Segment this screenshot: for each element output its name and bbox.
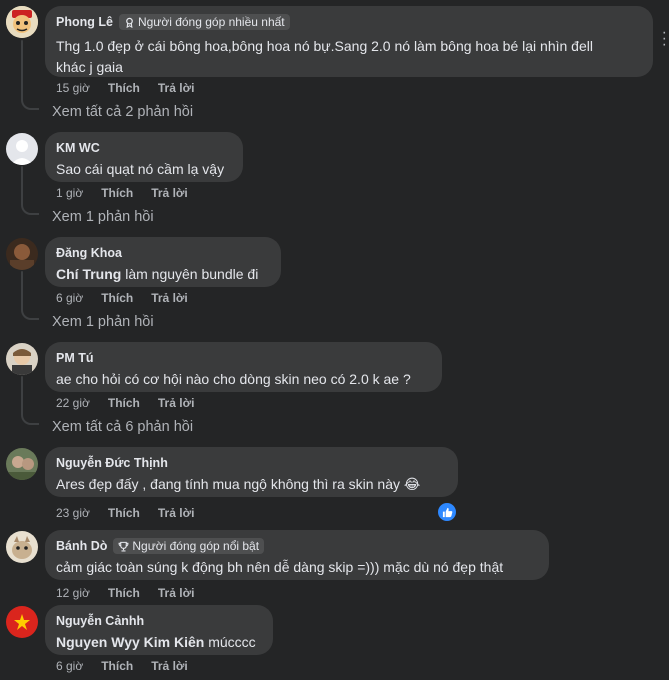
thread-connector <box>21 409 39 425</box>
avatar[interactable] <box>6 238 38 270</box>
comment-text-line: khác j gaia <box>56 59 123 75</box>
reply-button[interactable]: Trả lời <box>158 81 195 95</box>
comment-text: Chí Trung làm nguyên bundle đi <box>56 264 270 285</box>
view-replies-link[interactable]: Xem tất cả 6 phản hồi <box>52 419 193 435</box>
badge-label: Người đóng góp nhiều nhất <box>137 15 285 29</box>
comment-actions: 12 giờ Thích Trả lời <box>56 586 212 600</box>
mention-link[interactable]: Nguyen Wyy Kim Kiên <box>56 634 204 650</box>
like-button[interactable]: Thích <box>101 659 133 673</box>
avatar[interactable] <box>6 6 38 38</box>
comment-bubble: Bánh Dò Người đóng góp nổi bật cảm giác … <box>45 530 549 580</box>
comment-actions: 1 giờ Thích Trả lời <box>56 186 206 200</box>
timestamp[interactable]: 12 giờ <box>56 586 90 600</box>
thread-connector <box>21 94 39 110</box>
reply-button[interactable]: Trả lời <box>158 396 195 410</box>
mention-link[interactable]: Chí Trung <box>56 266 121 282</box>
reply-button[interactable]: Trả lời <box>151 291 188 305</box>
timestamp[interactable]: 22 giờ <box>56 396 90 410</box>
trophy-icon <box>118 541 129 551</box>
like-reaction-icon[interactable] <box>436 501 458 523</box>
award-icon <box>126 17 133 28</box>
author-name[interactable]: Đăng Khoa <box>56 246 122 260</box>
author-name[interactable]: Nguyễn Đức Thịnh <box>56 456 168 470</box>
avatar[interactable] <box>6 343 38 375</box>
avatar[interactable] <box>6 448 38 480</box>
avatar-image <box>6 531 38 563</box>
view-replies-link[interactable]: Xem tất cả 2 phản hồi <box>52 104 193 120</box>
like-button[interactable]: Thích <box>108 396 140 410</box>
author-name[interactable]: Phong Lê <box>56 15 113 29</box>
comment-text: cảm giác toàn súng k động bh nên dễ dàng… <box>56 559 504 575</box>
avatar-image <box>6 606 38 638</box>
comment-text: ae cho hỏi có cơ hội nào cho dòng skin n… <box>56 371 411 387</box>
reply-button[interactable]: Trả lời <box>151 186 188 200</box>
timestamp[interactable]: 6 giờ <box>56 659 83 673</box>
comment-actions: 23 giờ Thích Trả lời <box>56 506 212 520</box>
timestamp[interactable]: 6 giờ <box>56 291 83 305</box>
comment-text: Sao cái quạt nó cầm lạ vậy <box>56 161 225 177</box>
avatar-image <box>6 448 38 480</box>
comment-actions: 22 giờ Thích Trả lời <box>56 396 212 410</box>
comment-text-body: múcccc <box>204 634 256 650</box>
more-options-icon[interactable]: · · · <box>662 25 667 53</box>
reply-button[interactable]: Trả lời <box>158 506 195 520</box>
comment-bubble: Nguyễn Đức Thịnh Ares đẹp đấy , đang tín… <box>45 447 458 497</box>
author-name[interactable]: Nguyễn Cảnhh <box>56 614 144 628</box>
avatar-image <box>6 6 38 38</box>
like-button[interactable]: Thích <box>101 291 133 305</box>
avatar[interactable] <box>6 531 38 563</box>
view-replies-link[interactable]: Xem 1 phản hồi <box>52 209 154 225</box>
avatar-image <box>6 343 38 375</box>
thread-line <box>21 166 23 201</box>
avatar-image <box>6 238 38 270</box>
badge-label: Người đóng góp nổi bật <box>132 539 260 553</box>
like-button[interactable]: Thích <box>108 586 140 600</box>
comment-text-line: Thg 1.0 đẹp ở cái bông hoa,bông hoa nó b… <box>56 38 593 54</box>
comment-text: Nguyen Wyy Kim Kiên múcccc <box>56 632 262 653</box>
view-replies-link[interactable]: Xem 1 phản hồi <box>52 314 154 330</box>
reply-button[interactable]: Trả lời <box>158 586 195 600</box>
contributor-badge: Người đóng góp nổi bật <box>113 538 265 554</box>
comment-bubble: KM WC Sao cái quạt nó cầm lạ vậy <box>45 132 243 182</box>
comment-bubble: Nguyễn Cảnhh Nguyen Wyy Kim Kiên múcccc <box>45 605 273 655</box>
thread-line <box>21 376 23 411</box>
author-name[interactable]: PM Tú <box>56 351 94 365</box>
comment-text: Ares đẹp đấy , đang tính mua ngộ không t… <box>56 476 421 492</box>
comment-bubble: Đăng Khoa Chí Trung làm nguyên bundle đi <box>45 237 281 287</box>
author-name[interactable]: Bánh Dò <box>56 539 107 553</box>
like-button[interactable]: Thích <box>101 186 133 200</box>
thread-line <box>21 271 23 306</box>
author-name[interactable]: KM WC <box>56 141 100 155</box>
comment-actions: 6 giờ Thích Trả lời <box>56 659 206 673</box>
avatar[interactable] <box>6 133 38 165</box>
comment-text: Thg 1.0 đẹp ở cái bông hoa,bông hoa nó b… <box>56 36 642 78</box>
timestamp[interactable]: 1 giờ <box>56 186 83 200</box>
comment-text-body: làm nguyên bundle đi <box>121 266 259 282</box>
contributor-badge: Người đóng góp nhiều nhất <box>118 14 290 30</box>
comment-actions: 6 giờ Thích Trả lời <box>56 291 206 305</box>
thread-connector <box>21 199 39 215</box>
thread-connector <box>21 304 39 320</box>
avatar-image <box>6 133 38 165</box>
thread-line <box>21 40 23 96</box>
comment-bubble: Phong Lê Người đóng góp nhiều nhất Thg 1… <box>45 6 653 77</box>
timestamp[interactable]: 15 giờ <box>56 81 90 95</box>
like-button[interactable]: Thích <box>108 81 140 95</box>
avatar[interactable] <box>6 606 38 638</box>
thumbs-up-icon <box>442 507 452 517</box>
reply-button[interactable]: Trả lời <box>151 659 188 673</box>
comment-actions: 15 giờ Thích Trả lời <box>56 81 212 95</box>
like-button[interactable]: Thích <box>108 506 140 520</box>
timestamp[interactable]: 23 giờ <box>56 506 90 520</box>
comment-bubble: PM Tú ae cho hỏi có cơ hội nào cho dòng … <box>45 342 442 392</box>
